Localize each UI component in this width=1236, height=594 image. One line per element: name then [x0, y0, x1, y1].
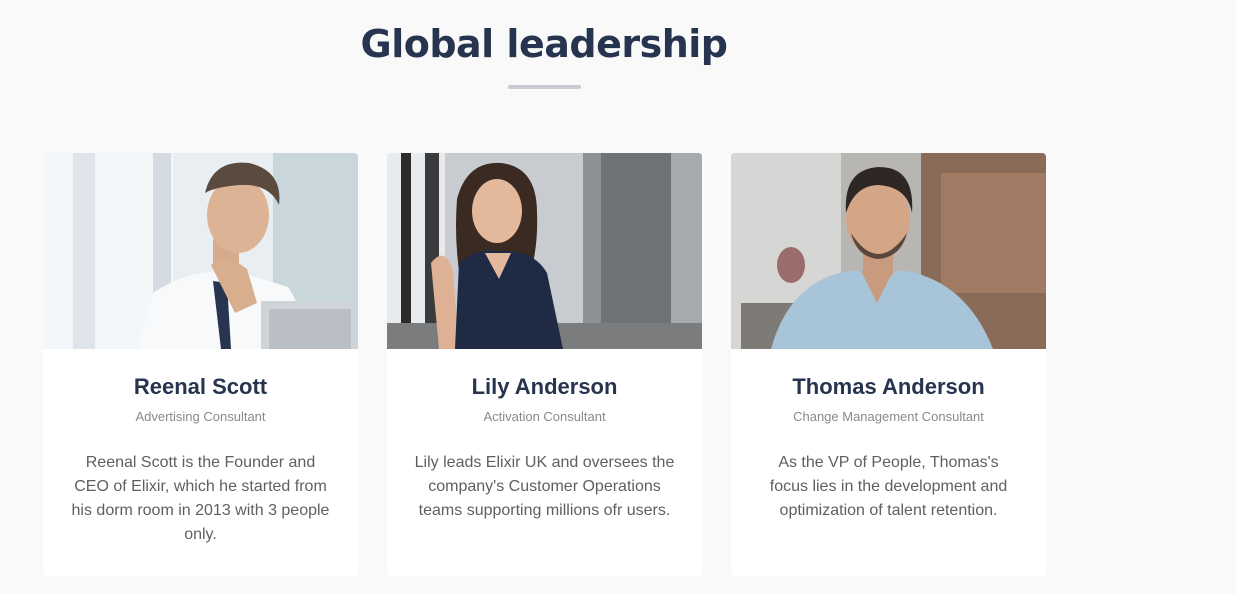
member-bio: Reenal Scott is the Founder and CEO of E… — [71, 454, 330, 543]
thomas-anderson-photo — [731, 153, 1046, 349]
member-name: Thomas Anderson — [792, 374, 985, 399]
team-card-reenal-scott: Reenal Scott Advertising Consultant Reen… — [43, 153, 358, 576]
member-bio: Lily leads Elixir UK and oversees the co… — [414, 454, 675, 519]
title-underline — [508, 85, 581, 89]
reenal-scott-photo — [43, 153, 358, 349]
member-role: Activation Consultant — [483, 409, 606, 424]
member-bio: As the VP of People, Thomas's focus lies… — [769, 454, 1008, 519]
member-role: Change Management Consultant — [793, 409, 984, 424]
lily-anderson-photo — [387, 153, 702, 349]
member-name: Lily Anderson — [471, 374, 618, 399]
member-role: Advertising Consultant — [135, 409, 266, 424]
member-name: Reenal Scott — [133, 374, 268, 399]
team-card-lily-anderson: Lily Anderson Activation Consultant Lily… — [387, 153, 702, 576]
section-title: Global leadership — [360, 22, 728, 66]
team-card-thomas-anderson: Thomas Anderson Change Management Consul… — [731, 153, 1046, 576]
